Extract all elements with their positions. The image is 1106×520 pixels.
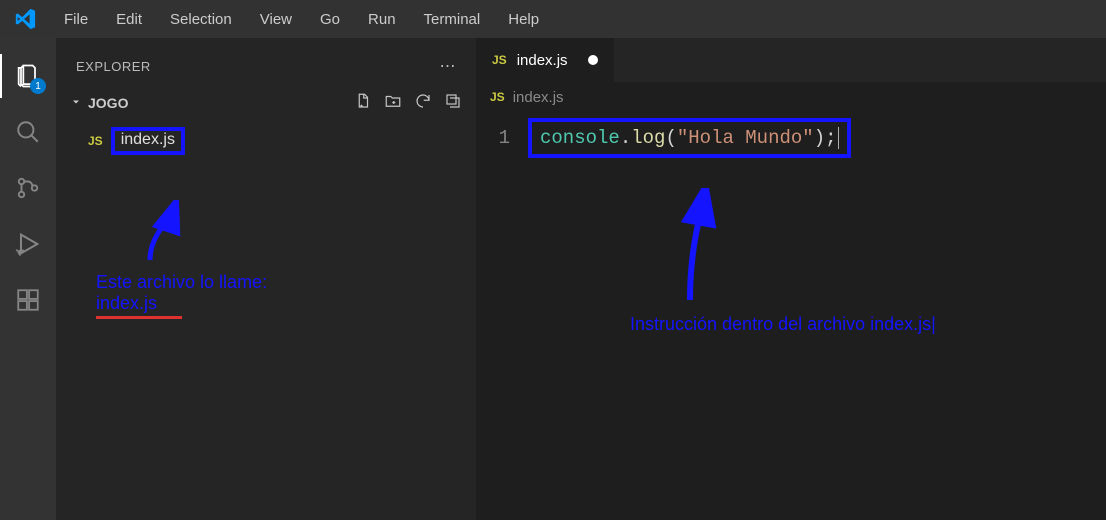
js-file-icon: JS <box>490 90 505 104</box>
editor-area: JS index.js JS index.js 1 console.log("H… <box>476 38 1106 520</box>
menu-terminal[interactable]: Terminal <box>410 7 495 32</box>
activity-extensions[interactable] <box>0 272 56 328</box>
breadcrumb-file: index.js <box>513 89 564 106</box>
annotation-highlight-code: console.log("Hola Mundo"); <box>528 118 851 158</box>
collapse-all-icon[interactable] <box>444 92 462 113</box>
token-semicolon: ; <box>825 127 836 149</box>
tab-indexjs[interactable]: JS index.js <box>476 38 615 82</box>
explorer-more-icon[interactable]: ⋯ <box>440 56 457 76</box>
folder-name: JOGO <box>88 95 128 111</box>
tab-bar: JS index.js <box>476 38 1106 82</box>
token-object: console <box>540 127 620 149</box>
activity-explorer[interactable]: 1 <box>0 48 56 104</box>
menu-help[interactable]: Help <box>494 7 553 32</box>
breadcrumb[interactable]: JS index.js <box>476 82 1106 112</box>
chevron-down-icon <box>70 95 82 111</box>
tab-label: index.js <box>517 52 568 69</box>
token-paren-open: ( <box>665 127 676 149</box>
unsaved-dot-icon <box>588 55 598 65</box>
line-number: 1 <box>476 124 528 152</box>
menu-file[interactable]: File <box>50 7 102 32</box>
explorer-title: EXPLORER <box>76 59 151 74</box>
explorer-header: EXPLORER ⋯ <box>60 48 472 88</box>
menu-run[interactable]: Run <box>354 7 410 32</box>
token-function: log <box>631 127 665 149</box>
file-row-indexjs[interactable]: JS index.js <box>60 123 472 159</box>
new-folder-icon[interactable] <box>384 92 402 113</box>
explorer-badge: 1 <box>30 78 46 94</box>
activity-source-control[interactable] <box>0 160 56 216</box>
js-file-icon: JS <box>492 53 507 67</box>
code-line-1[interactable]: 1 console.log("Hola Mundo"); <box>476 118 1106 158</box>
menu-edit[interactable]: Edit <box>102 7 156 32</box>
js-file-icon: JS <box>88 134 103 148</box>
refresh-icon[interactable] <box>414 92 432 113</box>
menu-selection[interactable]: Selection <box>156 7 246 32</box>
file-name: index.js <box>121 131 175 148</box>
menu-bar: File Edit Selection View Go Run Terminal… <box>0 0 1106 38</box>
menu-go[interactable]: Go <box>306 7 354 32</box>
menu-view[interactable]: View <box>246 7 306 32</box>
token-dot: . <box>620 127 631 149</box>
token-string: "Hola Mundo" <box>677 127 814 149</box>
token-paren-close: ) <box>814 127 825 149</box>
explorer-panel: EXPLORER ⋯ JOGO JS index.js <box>56 38 476 520</box>
activity-search[interactable] <box>0 104 56 160</box>
code-area[interactable]: 1 console.log("Hola Mundo"); <box>476 112 1106 164</box>
annotation-highlight-filename: index.js <box>111 127 185 155</box>
activity-run-debug[interactable] <box>0 216 56 272</box>
activity-bar: 1 <box>0 38 56 520</box>
vscode-logo-icon <box>14 8 36 30</box>
text-cursor <box>838 127 839 149</box>
folder-row[interactable]: JOGO <box>60 88 472 117</box>
folder-actions <box>354 92 462 113</box>
new-file-icon[interactable] <box>354 92 372 113</box>
